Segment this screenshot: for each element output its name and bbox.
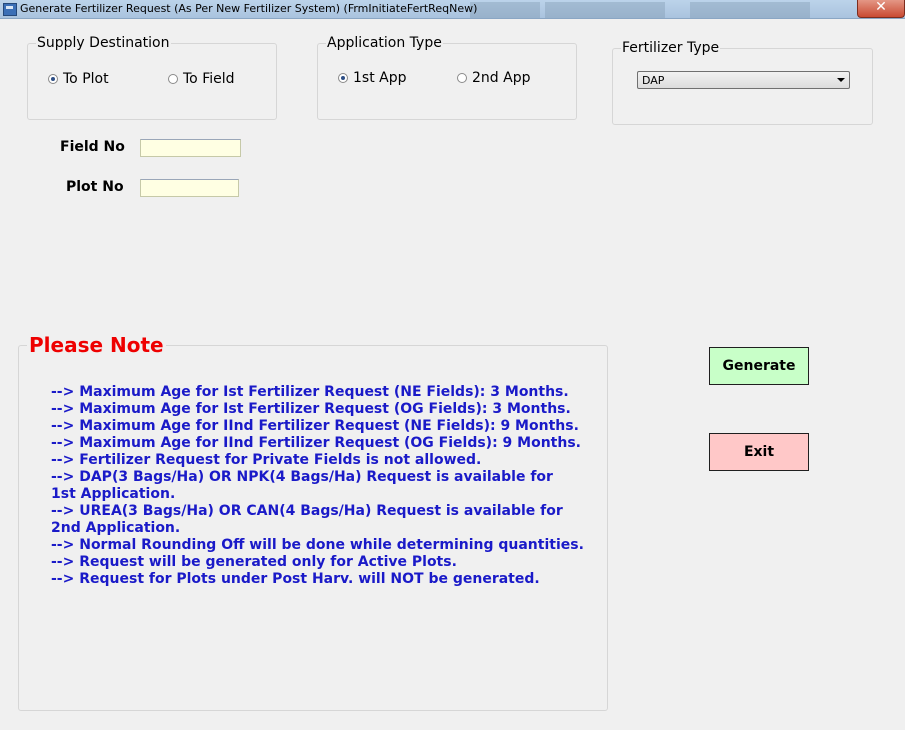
fertilizer-type-group: Fertilizer Type DAP (612, 40, 873, 125)
title-bar: Generate Fertilizer Request (As Per New … (0, 0, 905, 19)
radio-1st-app-label: 1st App (353, 70, 407, 86)
plot-no-label: Plot No (66, 179, 124, 195)
exit-button[interactable]: Exit (709, 433, 809, 471)
generate-button[interactable]: Generate (709, 347, 809, 385)
note-line: --> Request for Plots under Post Harv. w… (51, 571, 540, 587)
note-line: --> UREA(3 Bags/Ha) OR CAN(4 Bags/Ha) Re… (51, 503, 563, 519)
app-icon (3, 3, 17, 16)
fertilizer-type-legend: Fertilizer Type (621, 40, 721, 56)
fertilizer-type-dropdown[interactable]: DAP (637, 71, 850, 89)
chevron-down-icon (837, 78, 845, 82)
note-line: 2nd Application. (51, 520, 181, 536)
radio-to-field[interactable]: To Field (168, 71, 235, 87)
radio-to-plot[interactable]: To Plot (48, 71, 109, 87)
note-line: --> Maximum Age for IInd Fertilizer Requ… (51, 418, 579, 434)
note-lines: --> Maximum Age for Ist Fertilizer Reque… (51, 384, 601, 588)
radio-to-field-label: To Field (183, 71, 235, 87)
note-line: --> Request will be generated only for A… (51, 554, 457, 570)
note-line: 1st Application. (51, 486, 176, 502)
note-line: --> Maximum Age for Ist Fertilizer Reque… (51, 401, 571, 417)
radio-2nd-app-label: 2nd App (472, 70, 531, 86)
radio-1st-app[interactable]: 1st App (338, 70, 407, 86)
background-window-strip (470, 2, 540, 18)
please-note-group: Please Note --> Maximum Age for Ist Fert… (18, 333, 608, 711)
supply-destination-group: Supply Destination To Plot To Field (27, 35, 277, 120)
close-icon: ✕ (875, 0, 887, 15)
supply-destination-legend: Supply Destination (36, 35, 171, 51)
background-window-strip (545, 2, 665, 18)
please-note-heading: Please Note (27, 333, 166, 357)
fertilizer-type-selected: DAP (642, 74, 665, 87)
window-title: Generate Fertilizer Request (As Per New … (20, 2, 478, 15)
note-line: --> Normal Rounding Off will be done whi… (51, 537, 584, 553)
radio-unchecked-icon (168, 74, 178, 84)
application-type-legend: Application Type (326, 35, 443, 51)
field-no-label: Field No (60, 139, 125, 155)
note-line: --> DAP(3 Bags/Ha) OR NPK(4 Bags/Ha) Req… (51, 469, 553, 485)
background-window-strip (690, 2, 810, 18)
close-button[interactable]: ✕ (857, 0, 905, 18)
radio-unchecked-icon (457, 73, 467, 83)
radio-checked-icon (338, 73, 348, 83)
plot-no-input[interactable] (140, 179, 239, 197)
note-line: --> Maximum Age for IInd Fertilizer Requ… (51, 435, 581, 451)
application-type-group: Application Type 1st App 2nd App (317, 35, 577, 120)
radio-checked-icon (48, 74, 58, 84)
radio-2nd-app[interactable]: 2nd App (457, 70, 530, 86)
radio-to-plot-label: To Plot (63, 71, 109, 87)
note-line: --> Maximum Age for Ist Fertilizer Reque… (51, 384, 569, 400)
note-line: --> Fertilizer Request for Private Field… (51, 452, 482, 468)
field-no-input[interactable] (140, 139, 241, 157)
